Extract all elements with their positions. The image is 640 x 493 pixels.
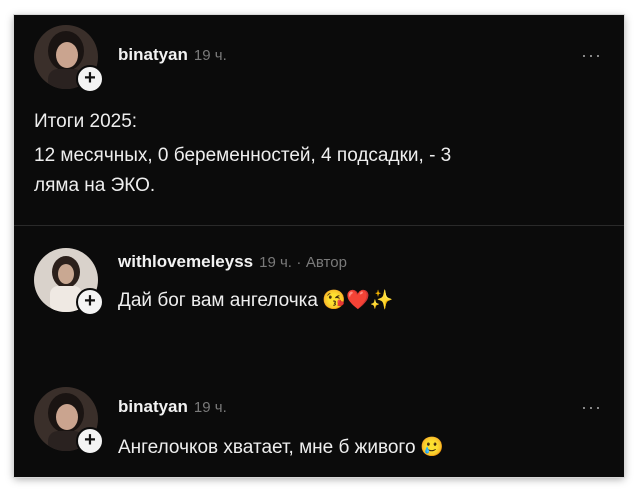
reply-post: + binatyan 19 ч. ··· Ангелочков хватает, … <box>14 355 624 475</box>
reply-text: Ангелочков хватает, мне б живого <box>118 437 416 458</box>
username[interactable]: binatyan <box>118 45 188 64</box>
avatar-binatyan[interactable]: + <box>34 25 104 93</box>
timestamp: 19 ч. <box>193 399 227 416</box>
post-text-line: ляма на ЭКО. <box>34 175 156 196</box>
post-original: + binatyan 19 ч. ··· Итоги 2025: 12 месяч… <box>14 15 624 225</box>
username[interactable]: withlovemeleyss <box>118 252 253 271</box>
reply-text: Дай бог вам ангелочка <box>118 290 318 311</box>
avatar-withlovemeleyss[interactable]: + <box>34 248 104 316</box>
more-options-icon[interactable]: ··· <box>581 397 602 418</box>
separator-dot: · <box>296 254 302 271</box>
reply-post: + withlovemeleyss 19 ч. · Автор Дай бог в… <box>14 226 624 346</box>
author-badge: Автор <box>305 254 347 271</box>
post-text-line: Итоги 2025: <box>34 111 138 132</box>
timestamp: 19 ч. <box>193 47 227 64</box>
thread-panel: + binatyan 19 ч. ··· Итоги 2025: 12 месяч… <box>14 15 624 477</box>
follow-plus-icon[interactable]: + <box>76 65 104 93</box>
timestamp: 19 ч. <box>259 254 292 271</box>
more-options-icon[interactable]: ··· <box>581 45 602 66</box>
follow-plus-icon[interactable]: + <box>76 427 104 455</box>
username[interactable]: binatyan <box>118 397 188 416</box>
post-text-line: 12 месячных, 0 беременностей, 4 подсадки… <box>34 145 452 166</box>
follow-plus-icon[interactable]: + <box>76 288 104 316</box>
emoji: 🥲 <box>419 437 444 458</box>
emoji: 😘❤️✨ <box>322 290 394 311</box>
avatar-binatyan[interactable]: + <box>34 387 104 455</box>
